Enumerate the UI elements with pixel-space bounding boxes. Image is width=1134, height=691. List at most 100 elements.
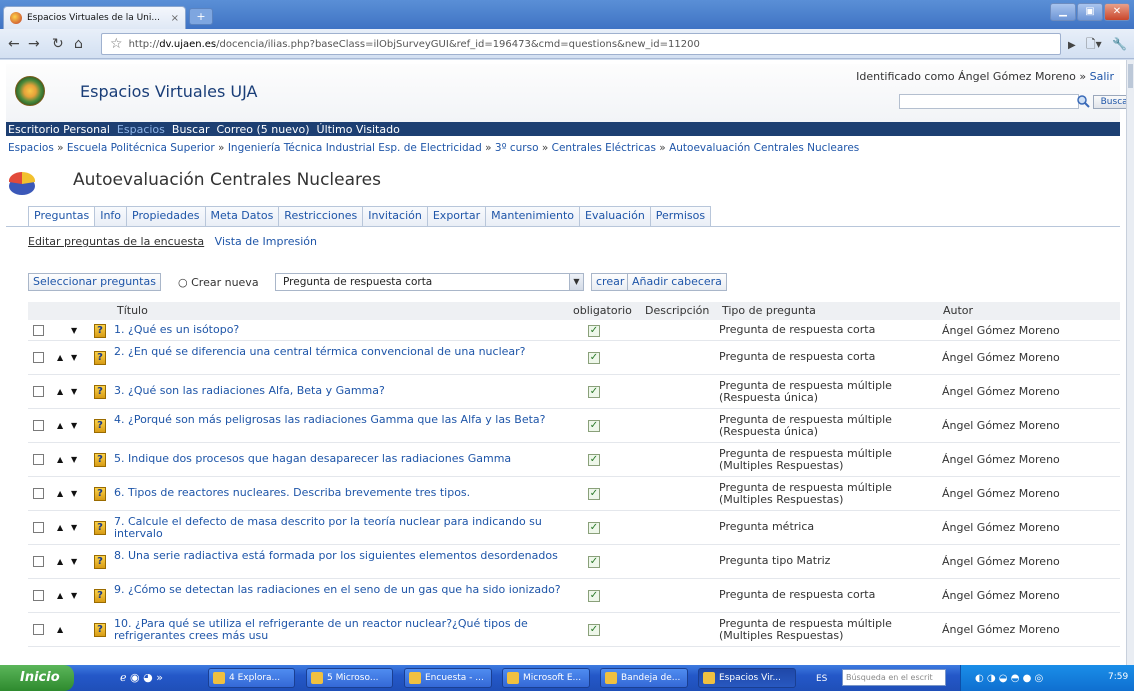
nav-item-ultimo-visitado[interactable]: Último Visitado [317,123,400,136]
row-checkbox[interactable] [33,556,44,567]
move-down-icon[interactable]: ▼ [71,326,77,335]
reload-icon[interactable]: ↻ [52,36,64,52]
address-bar[interactable]: ☆ http://dv.ujaen.es/docencia/ilias.php?… [101,33,1061,55]
move-up-icon[interactable]: ▲ [57,421,63,430]
row-checkbox[interactable] [33,488,44,499]
move-up-icon[interactable]: ▲ [57,455,63,464]
breadcrumb-item[interactable]: Ingeniería Técnica Industrial Esp. de El… [228,142,482,154]
move-down-icon[interactable]: ▼ [71,353,77,362]
back-icon[interactable]: ← [8,36,20,52]
question-help-icon[interactable]: ? [94,623,106,637]
question-title-link[interactable]: 4. ¿Porqué son más peligrosas las radiac… [114,414,569,426]
language-indicator[interactable]: ES [816,671,827,687]
move-down-icon[interactable]: ▼ [71,591,77,600]
taskbar-item-excel[interactable]: Microsoft E... [502,668,590,688]
question-help-icon[interactable]: ? [94,555,106,569]
quick-launch-icons[interactable]: ℯ ◉ ◕ » [120,670,163,686]
row-checkbox[interactable] [33,590,44,601]
question-help-icon[interactable]: ? [94,419,106,433]
tab-permisos[interactable]: Permisos [649,206,712,226]
forward-icon[interactable]: → [28,36,40,52]
obligatorio-checkbox[interactable]: ✓ [588,556,600,568]
bookmark-star-icon[interactable]: ☆ [110,36,123,52]
search-icon[interactable] [1076,94,1090,108]
question-title-link[interactable]: 7. Calcule el defecto de masa descrito p… [114,516,569,540]
move-up-icon[interactable]: ▲ [57,353,63,362]
tab-propiedades[interactable]: Propiedades [126,206,206,226]
move-down-icon[interactable]: ▼ [71,387,77,396]
move-down-icon[interactable]: ▼ [71,523,77,532]
row-checkbox[interactable] [33,522,44,533]
nav-item-buscar[interactable]: Buscar [172,123,210,136]
breadcrumb-item[interactable]: 3º curso [495,142,539,154]
row-checkbox[interactable] [33,420,44,431]
scrollbar-thumb[interactable] [1128,64,1133,88]
page-menu-icon[interactable]: 🗋▾ [1086,36,1102,52]
question-help-icon[interactable]: ? [94,385,106,399]
move-down-icon[interactable]: ▼ [71,557,77,566]
obligatorio-checkbox[interactable]: ✓ [588,325,600,337]
tab-exportar[interactable]: Exportar [426,206,487,226]
move-up-icon[interactable]: ▲ [57,625,63,634]
move-down-icon[interactable]: ▼ [71,421,77,430]
obligatorio-checkbox[interactable]: ✓ [588,624,600,636]
add-header-button[interactable]: Añadir cabecera [627,273,727,291]
logout-link[interactable]: Salir [1090,70,1114,83]
move-down-icon[interactable]: ▼ [71,489,77,498]
question-type-select[interactable]: Pregunta de respuesta corta ▼ [275,273,584,291]
obligatorio-checkbox[interactable]: ✓ [588,590,600,602]
taskbar-item-espacios[interactable]: Espacios Vir... [698,668,796,688]
new-tab-button[interactable]: + [189,8,213,25]
browser-tab[interactable]: Espacios Virtuales de la Uni... × [3,6,186,29]
breadcrumb-item[interactable]: Espacios [8,142,54,154]
row-checkbox[interactable] [33,454,44,465]
chevron-down-icon[interactable]: ▼ [569,274,583,290]
create-new-option[interactable]: ○ Crear nueva [178,276,259,289]
nav-item-escritorio[interactable]: Escritorio Personal [8,123,110,136]
row-checkbox[interactable] [33,386,44,397]
close-window-button[interactable]: ✕ [1104,3,1130,21]
question-title-link[interactable]: 9. ¿Cómo se detectan las radiaciones en … [114,584,569,596]
question-title-link[interactable]: 5. Indique dos procesos que hagan desapa… [114,453,569,465]
tab-meta-datos[interactable]: Meta Datos [204,206,280,226]
row-checkbox[interactable] [33,352,44,363]
minimize-button[interactable]: ▁ [1050,3,1076,21]
desktop-search-input[interactable]: Búsqueda en el escrit [842,669,946,686]
question-title-link[interactable]: 2. ¿En qué se diferencia una central tér… [114,346,569,358]
move-up-icon[interactable]: ▲ [57,489,63,498]
vertical-scrollbar[interactable] [1126,60,1134,665]
breadcrumb-item[interactable]: Centrales Eléctricas [552,142,656,154]
question-help-icon[interactable]: ? [94,487,106,501]
radio-icon[interactable]: ○ [178,276,191,289]
question-title-link[interactable]: 1. ¿Qué es un isótopo? [114,324,569,336]
taskbar-item-microsoft[interactable]: 5 Microso... [306,668,393,688]
move-up-icon[interactable]: ▲ [57,387,63,396]
obligatorio-checkbox[interactable]: ✓ [588,352,600,364]
home-icon[interactable]: ⌂ [74,36,83,52]
obligatorio-checkbox[interactable]: ✓ [588,454,600,466]
tab-info[interactable]: Info [94,206,128,226]
university-logo[interactable] [15,76,45,106]
go-icon[interactable]: ▶ [1068,38,1076,54]
question-help-icon[interactable]: ? [94,453,106,467]
question-title-link[interactable]: 8. Una serie radiactiva está formada por… [114,550,569,562]
taskbar-item-explorer[interactable]: 4 Explora... [208,668,295,688]
subtab-print-view[interactable]: Vista de Impresión [215,235,317,248]
tab-restricciones[interactable]: Restricciones [278,206,364,226]
tray-icons[interactable]: ◐ ◑ ◒ ◓ ● ◎ [975,671,1043,687]
obligatorio-checkbox[interactable]: ✓ [588,488,600,500]
question-title-link[interactable]: 3. ¿Qué son las radiaciones Alfa, Beta y… [114,385,569,397]
tab-invitacion[interactable]: Invitación [362,206,428,226]
subtab-edit-questions[interactable]: Editar preguntas de la encuesta [28,235,204,248]
question-help-icon[interactable]: ? [94,324,106,338]
tab-evaluacion[interactable]: Evaluación [579,206,651,226]
question-title-link[interactable]: 10. ¿Para qué se utiliza el refrigerante… [114,618,569,642]
create-button[interactable]: crear [591,273,630,291]
search-button[interactable]: Buscar [1093,95,1126,109]
nav-item-espacios[interactable]: Espacios [117,123,165,136]
start-button[interactable]: Inicio [0,665,74,691]
select-questions-button[interactable]: Seleccionar preguntas [28,273,161,291]
obligatorio-checkbox[interactable]: ✓ [588,386,600,398]
site-title[interactable]: Espacios Virtuales UJA [80,82,258,101]
move-up-icon[interactable]: ▲ [57,557,63,566]
